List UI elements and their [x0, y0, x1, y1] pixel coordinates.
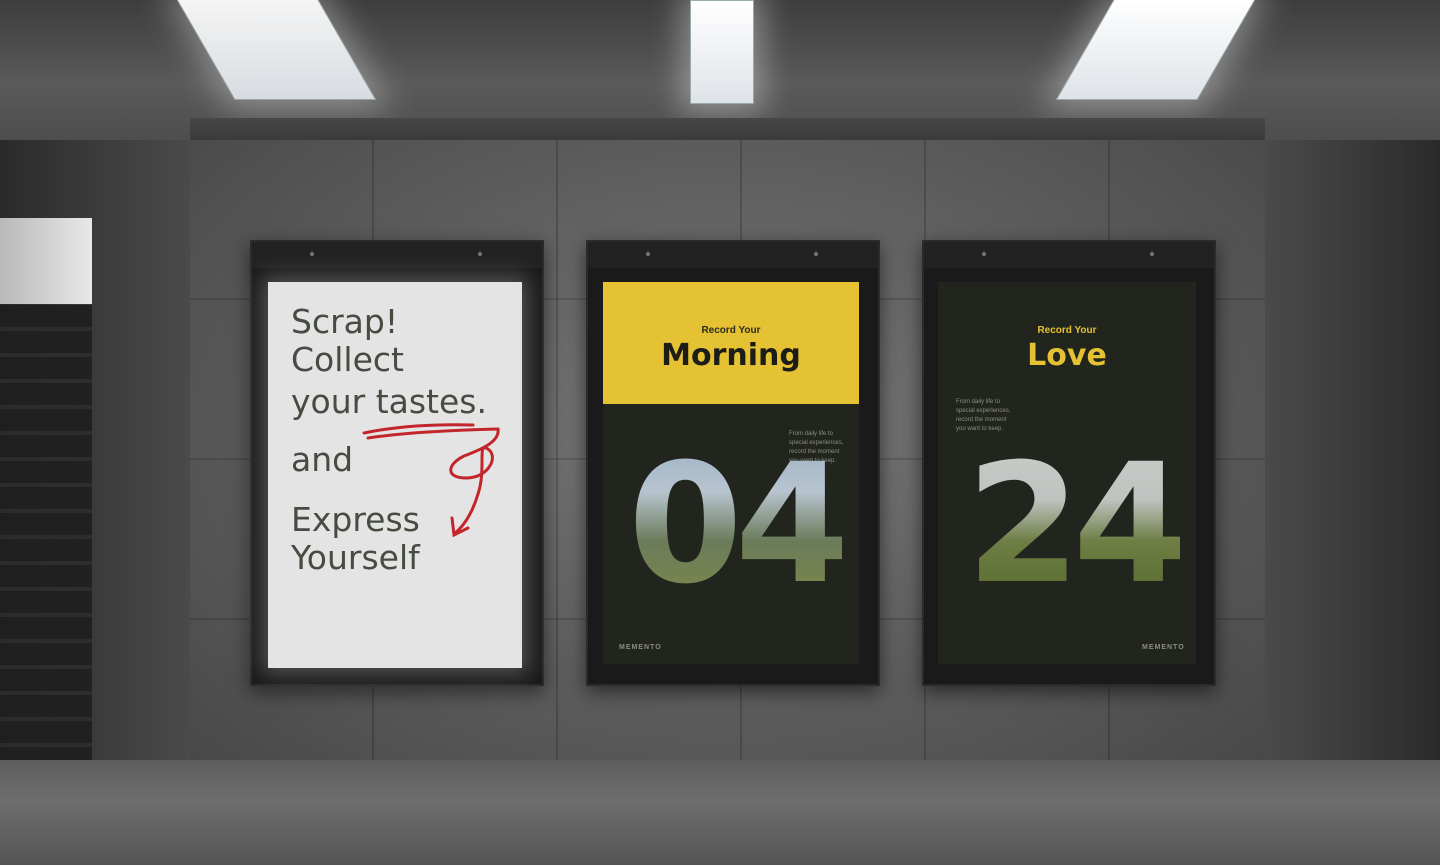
stairwell-window [0, 218, 92, 304]
frame-header [924, 242, 1214, 268]
ceiling-light-center [690, 0, 754, 104]
subway-scene: Scrap! Collect your tastes. and Express … [0, 0, 1440, 865]
poster-morning: Record Your Morning From daily life to s… [603, 282, 859, 664]
frame-bolt [1150, 252, 1154, 256]
stairs [0, 305, 92, 780]
poster-love: Record Your Love From daily life to spec… [938, 282, 1196, 664]
right-wall [1265, 140, 1440, 780]
poster-number-photo: 24 [966, 428, 1188, 620]
poster-subtitle: Record Your [1037, 325, 1097, 336]
red-underline-arrow-icon [362, 423, 500, 538]
frame-bolt [646, 252, 650, 256]
frame-header [588, 242, 878, 268]
poster-title: Morning [661, 338, 801, 373]
poster-subtitle: Record Your [701, 325, 761, 336]
floor [0, 760, 1440, 865]
frame-bolt [478, 252, 482, 256]
poster-scrap: Scrap! Collect your tastes. and Express … [268, 282, 522, 668]
frame-bolt [814, 252, 818, 256]
frame-header [252, 242, 542, 268]
poster-number-photo: 04 [628, 428, 850, 620]
brand-logo: MEMENTO [619, 644, 662, 651]
frame-bolt [982, 252, 986, 256]
ceiling-beam [190, 118, 1265, 140]
brand-logo: MEMENTO [1142, 644, 1185, 651]
poster-title: Love [1027, 338, 1107, 373]
frame-bolt [310, 252, 314, 256]
